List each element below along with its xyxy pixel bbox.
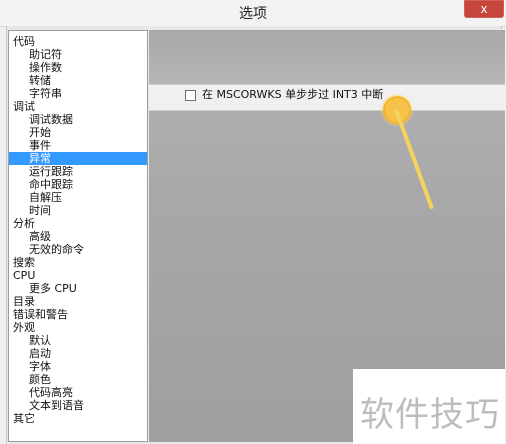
tree-item-24[interactable]: 启动: [9, 347, 147, 360]
tree-item-7[interactable]: 开始: [9, 126, 147, 139]
tree-item-4[interactable]: 字符串: [9, 87, 147, 100]
watermark-text: 软件技巧: [360, 395, 500, 435]
tree-item-23[interactable]: 默认: [9, 334, 147, 347]
int3-checkbox[interactable]: [185, 90, 196, 101]
tree-item-6[interactable]: 调试数据: [9, 113, 147, 126]
tree-item-8[interactable]: 事件: [9, 139, 147, 152]
tree-item-2[interactable]: 操作数: [9, 61, 147, 74]
tree-item-13[interactable]: 时间: [9, 204, 147, 217]
tree-item-28[interactable]: 文本到语音: [9, 399, 147, 412]
tree-item-21[interactable]: 错误和警告: [9, 308, 147, 321]
tree-item-0[interactable]: 代码: [9, 35, 147, 48]
title-bar: 选项 x: [0, 0, 506, 27]
tree-item-14[interactable]: 分析: [9, 217, 147, 230]
tree-item-22[interactable]: 外观: [9, 321, 147, 334]
window-title: 选项: [239, 6, 267, 22]
options-tree[interactable]: 代码 助记符 操作数 转储 字符串 调试 调试数据 开始 事件 异常 运行跟踪 …: [8, 30, 148, 442]
tree-item-29[interactable]: 其它: [9, 412, 147, 425]
close-button[interactable]: x: [464, 0, 504, 18]
tree-item-10[interactable]: 运行跟踪: [9, 165, 147, 178]
tree-item-17[interactable]: 搜索: [9, 256, 147, 269]
tree-item-26[interactable]: 颜色: [9, 373, 147, 386]
tree-item-16[interactable]: 无效的命令: [9, 243, 147, 256]
tree-item-27[interactable]: 代码高亮: [9, 386, 147, 399]
tree-item-3[interactable]: 转储: [9, 74, 147, 87]
tree-item-25[interactable]: 字体: [9, 360, 147, 373]
blurred-panel-header: [149, 30, 505, 84]
int3-checkbox-label: 在 MSCORWKS 单步步过 INT3 中断: [202, 88, 384, 101]
tree-item-19[interactable]: 更多 CPU: [9, 282, 147, 295]
tree-item-5[interactable]: 调试: [9, 100, 147, 113]
tree-item-12[interactable]: 自解压: [9, 191, 147, 204]
tree-item-18[interactable]: CPU: [9, 269, 147, 282]
tree-item-9-selected[interactable]: 异常: [9, 152, 147, 165]
tree-item-15[interactable]: 高级: [9, 230, 147, 243]
tree-item-20[interactable]: 目录: [9, 295, 147, 308]
tree-item-11[interactable]: 命中跟踪: [9, 178, 147, 191]
tree-item-1[interactable]: 助记符: [9, 48, 147, 61]
